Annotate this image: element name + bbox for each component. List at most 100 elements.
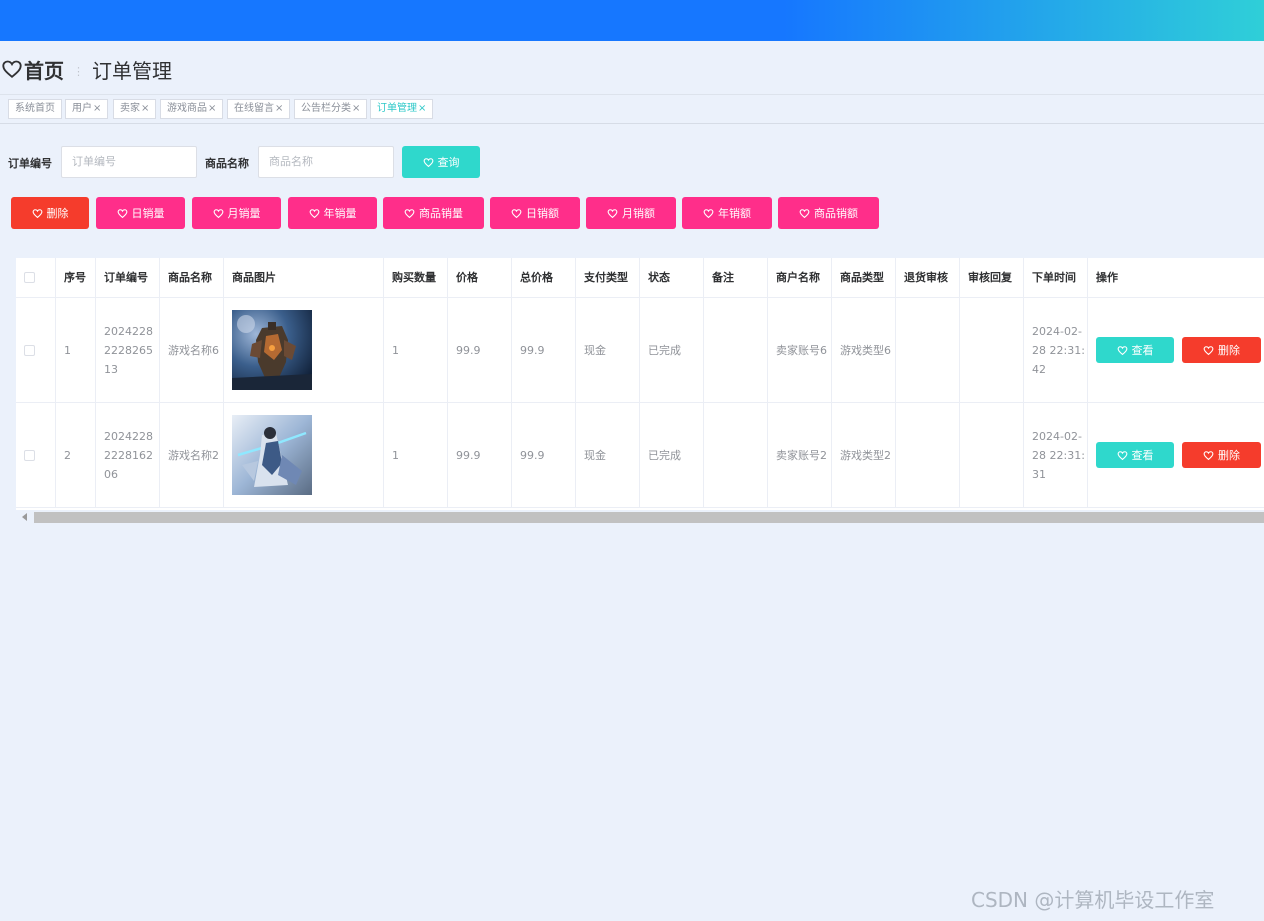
product-name-input[interactable]: 商品名称 — [258, 146, 394, 178]
tags-bar: 系统首页 用户× 卖家× 游戏商品× 在线留言× 公告栏分类× 订单管理× — [0, 94, 1264, 124]
row-delete-button[interactable]: 删除 — [1182, 442, 1261, 468]
product-sales-amt-button[interactable]: 商品销额 — [778, 197, 879, 229]
cell-order-time: 2024-02-28 22:31:31 — [1024, 403, 1088, 508]
header-product-image: 商品图片 — [224, 258, 384, 298]
header-status: 状态 — [640, 258, 704, 298]
heart-icon — [404, 208, 415, 218]
checkbox[interactable] — [24, 344, 35, 356]
cell-total: 99.9 — [512, 403, 576, 508]
header-merchant: 商户名称 — [768, 258, 832, 298]
button-label: 月销额 — [622, 207, 655, 220]
cell-total: 99.9 — [512, 298, 576, 403]
close-icon[interactable]: × — [275, 103, 283, 114]
monthly-sales-qty-button[interactable]: 月销量 — [192, 197, 281, 229]
breadcrumb-current: 订单管理 — [92, 58, 172, 83]
cell-category: 游戏类型2 — [832, 403, 896, 508]
order-no-input[interactable]: 订单编号 — [61, 146, 197, 178]
query-button-label: 查询 — [437, 156, 460, 169]
cell-order-time: 2024-02-28 22:31:42 — [1024, 298, 1088, 403]
tab-label: 用户 — [72, 103, 92, 114]
row-select[interactable] — [16, 403, 56, 508]
heart-icon — [511, 208, 522, 218]
scroll-left-arrow-icon[interactable] — [22, 513, 27, 521]
top-header-bar — [0, 0, 1264, 41]
row-delete-button-label: 删除 — [1218, 448, 1240, 462]
tab-system-home[interactable]: 系统首页 — [8, 99, 62, 119]
header-refund-review: 退货审核 — [896, 258, 960, 298]
tab-online-messages[interactable]: 在线留言× — [227, 99, 291, 119]
daily-sales-amt-button[interactable]: 日销额 — [490, 197, 580, 229]
daily-sales-qty-button[interactable]: 日销量 — [96, 197, 185, 229]
view-button[interactable]: 查看 — [1096, 442, 1174, 468]
close-icon[interactable]: × — [93, 103, 101, 114]
heart-icon — [1203, 450, 1214, 460]
button-label: 商品销量 — [419, 207, 463, 220]
text-line: 2024228 — [104, 429, 153, 443]
cell-payment: 现金 — [576, 298, 640, 403]
tab-users[interactable]: 用户× — [65, 99, 109, 119]
text-line: 06 — [104, 467, 118, 481]
header-index: 序号 — [56, 258, 96, 298]
text-line: 2228265 — [104, 343, 153, 357]
tab-notice-category[interactable]: 公告栏分类× — [294, 99, 368, 119]
header-total: 总价格 — [512, 258, 576, 298]
cell-merchant: 卖家账号6 — [768, 298, 832, 403]
breadcrumb-home[interactable]: 首页 — [24, 55, 64, 84]
checkbox[interactable] — [24, 272, 35, 283]
product-image[interactable] — [232, 415, 312, 495]
breadcrumb: 首页 ⋮ 订单管理 — [0, 52, 172, 86]
checkbox[interactable] — [24, 449, 35, 461]
button-label: 日销额 — [526, 207, 559, 220]
header-select-all[interactable] — [16, 258, 56, 298]
tab-order-management[interactable]: 订单管理× — [370, 99, 434, 119]
header-order-no: 订单编号 — [96, 258, 160, 298]
header-product-name: 商品名称 — [160, 258, 224, 298]
cell-refund-review — [896, 403, 960, 508]
query-button[interactable]: 查询 — [402, 146, 480, 178]
tab-game-products[interactable]: 游戏商品× — [160, 99, 224, 119]
cell-actions: 查看 删除 — [1088, 403, 1264, 508]
cell-actions: 查看 删除 — [1088, 298, 1264, 403]
scrollbar-thumb[interactable] — [34, 512, 1264, 523]
button-label: 月销量 — [227, 207, 261, 220]
heart-icon — [1117, 345, 1127, 355]
monthly-sales-amt-button[interactable]: 月销额 — [586, 197, 676, 229]
tab-sellers[interactable]: 卖家× — [113, 99, 157, 119]
row-delete-button[interactable]: 删除 — [1182, 337, 1261, 363]
header-order-time: 下单时间 — [1024, 258, 1088, 298]
close-icon[interactable]: × — [352, 103, 360, 114]
product-sales-qty-button[interactable]: 商品销量 — [383, 197, 484, 229]
cell-index: 1 — [56, 298, 96, 403]
cell-index: 2 — [56, 403, 96, 508]
header-payment: 支付类型 — [576, 258, 640, 298]
yearly-sales-amt-button[interactable]: 年销额 — [682, 197, 772, 229]
breadcrumb-separator: ⋮ — [73, 64, 84, 78]
view-button[interactable]: 查看 — [1096, 337, 1174, 363]
cell-review-reply — [960, 298, 1024, 403]
header-remark: 备注 — [704, 258, 768, 298]
cell-price: 99.9 — [448, 403, 512, 508]
heart-icon — [117, 208, 127, 218]
cell-order-no: 2024228 2228265 13 — [96, 298, 160, 403]
orders-table: 序号 订单编号 商品名称 商品图片 购买数量 价格 总价格 支付类型 状态 备注… — [16, 258, 1264, 510]
button-label: 商品销额 — [814, 207, 858, 220]
close-icon[interactable]: × — [418, 103, 426, 114]
cell-status: 已完成 — [640, 298, 704, 403]
row-select[interactable] — [16, 298, 56, 403]
close-icon[interactable]: × — [141, 103, 149, 114]
cell-remark — [704, 298, 768, 403]
horizontal-scrollbar[interactable] — [16, 510, 1264, 524]
cell-payment: 现金 — [576, 403, 640, 508]
yearly-sales-qty-button[interactable]: 年销量 — [288, 197, 377, 229]
text-line: 2024228 — [104, 324, 153, 338]
close-icon[interactable]: × — [208, 103, 216, 114]
heart-icon — [799, 208, 810, 218]
cell-product-image — [224, 298, 384, 403]
tab-label: 公告栏分类 — [301, 103, 351, 114]
delete-button[interactable]: 删除 — [11, 197, 89, 229]
product-image[interactable] — [232, 310, 312, 390]
heart-icon — [607, 208, 618, 218]
button-label: 日销量 — [131, 207, 165, 220]
header-category: 商品类型 — [832, 258, 896, 298]
heart-icon — [309, 208, 319, 218]
